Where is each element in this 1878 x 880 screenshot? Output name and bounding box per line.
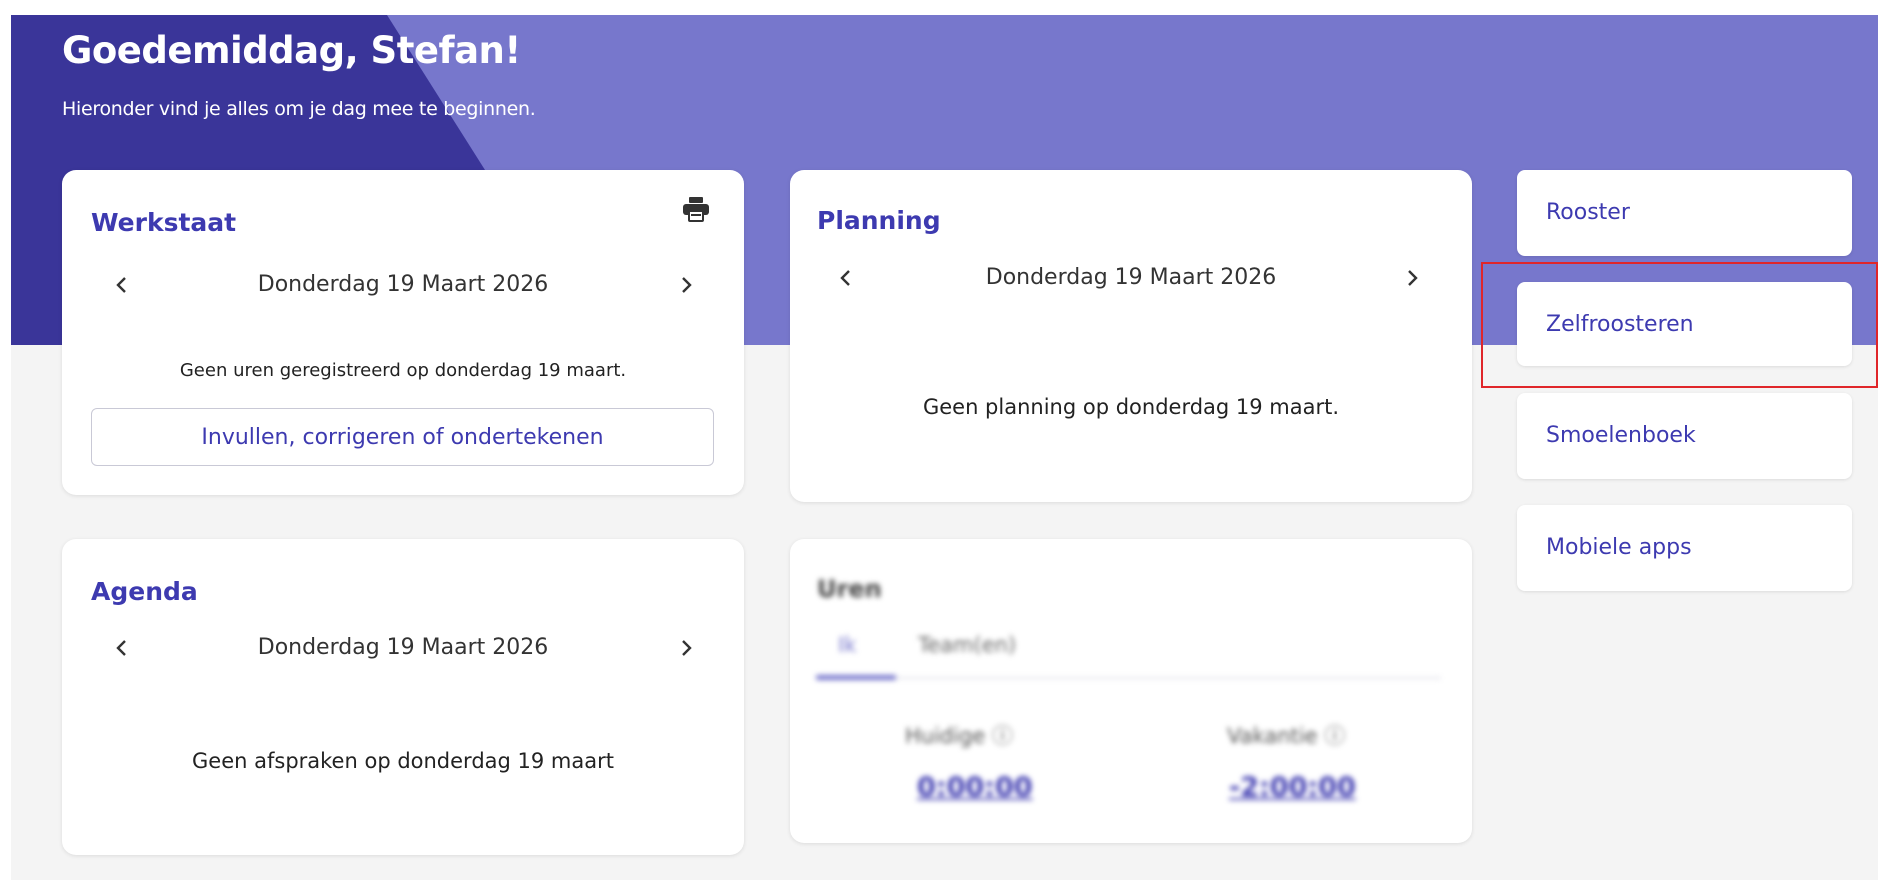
uren-metric-label-1: Huidige ⓘ [905,724,1014,748]
quick-link-mobiele-apps[interactable]: Mobiele apps [1517,505,1852,591]
agenda-prev-day-button[interactable] [104,630,140,666]
chevron-right-icon [682,277,692,293]
agenda-empty-message: Geen afspraken op donderdag 19 maart [192,749,614,773]
quick-link-zelfroosteren[interactable]: Zelfroosteren [1517,282,1852,366]
quick-link-rooster[interactable]: Rooster [1517,170,1852,256]
tab-ik[interactable]: Ik [838,633,856,657]
tab-divider [816,677,1441,679]
uren-blurred-content: Uren Ik Team(en) Huidige ⓘ 0:00:00 Vakan… [790,15,1472,843]
werkstaat-prev-day-button[interactable] [104,267,140,303]
uren-title: Uren [817,575,882,603]
werkstaat-next-day-button[interactable] [668,267,704,303]
agenda-date-nav: Donderdag 19 Maart 2026 [62,630,744,666]
quick-link-label: Rooster [1546,200,1630,225]
werkstaat-date-nav: Donderdag 19 Maart 2026 [62,267,744,303]
werkstaat-date-label: Donderdag 19 Maart 2026 [257,272,549,297]
uren-metric-value-1[interactable]: 0:00:00 [917,772,1033,803]
uren-metric-value-2[interactable]: -2:00:00 [1229,772,1356,803]
uren-card: Uren Ik Team(en) Huidige ⓘ 0:00:00 Vakan… [790,539,1472,843]
agenda-card: Agenda Donderdag 19 Maart 2026 Geen afsp… [62,539,744,855]
werkstaat-action-button[interactable]: Invullen, corrigeren of ondertekenen [91,408,714,466]
chevron-left-icon [116,277,126,293]
agenda-next-day-button[interactable] [668,630,704,666]
uren-metric-label-2: Vakantie ⓘ [1227,724,1346,748]
werkstaat-card: Werkstaat Donderdag 19 Maart 2026 Geen u… [62,170,744,495]
tab-active-indicator [816,675,896,680]
greeting-title: Goedemiddag, Stefan! [62,29,521,72]
tab-teams[interactable]: Team(en) [918,633,1016,657]
werkstaat-empty-message: Geen uren geregistreerd op donderdag 19 … [179,360,627,381]
greeting-subtitle: Hieronder vind je alles om je dag mee te… [62,98,536,120]
print-icon[interactable] [682,196,710,222]
quick-link-label: Smoelenboek [1546,423,1696,448]
chevron-right-icon [682,640,692,656]
dashboard-page: Goedemiddag, Stefan! Hieronder vind je a… [11,15,1878,880]
agenda-title: Agenda [91,577,198,606]
werkstaat-title: Werkstaat [91,208,237,237]
agenda-date-label: Donderdag 19 Maart 2026 [257,635,549,660]
quick-link-label: Mobiele apps [1546,535,1692,560]
chevron-left-icon [116,640,126,656]
quick-link-label: Zelfroosteren [1546,312,1694,337]
quick-link-smoelenboek[interactable]: Smoelenboek [1517,393,1852,479]
